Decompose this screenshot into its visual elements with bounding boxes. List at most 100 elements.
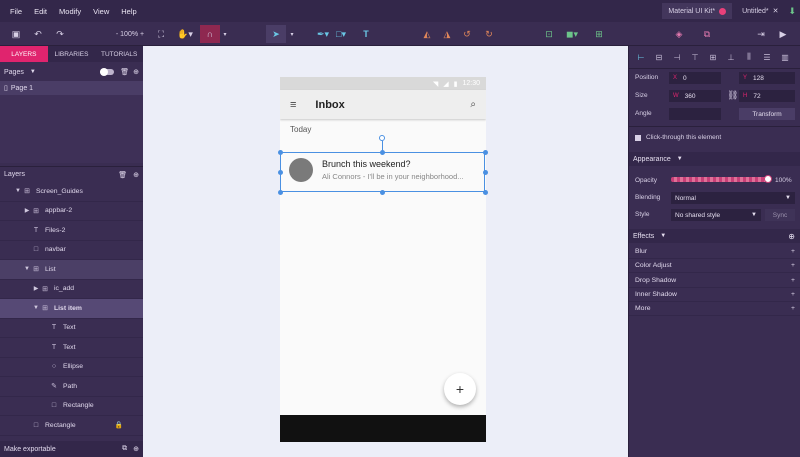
pen-tool-icon[interactable]: ✒▾	[314, 25, 332, 43]
layer-item[interactable]: T Text	[0, 338, 143, 358]
align-center-h-icon[interactable]: ⊟	[652, 50, 666, 64]
symbol-icon[interactable]: ⊞	[592, 25, 606, 43]
layer-item[interactable]: ✎ Path	[0, 377, 143, 397]
distribute-h-icon[interactable]: ⫼	[742, 50, 756, 64]
add-icon[interactable]: +	[791, 277, 795, 284]
trash-icon[interactable]: 🗑	[118, 171, 127, 179]
add-page-icon[interactable]: ⊕	[133, 68, 139, 76]
flip-horizontal-icon[interactable]: ◭	[420, 25, 434, 43]
sync-button[interactable]: Sync	[765, 209, 795, 221]
link-icon[interactable]: ⛓	[727, 90, 738, 101]
add-icon[interactable]: +	[791, 291, 795, 298]
zoom-in-icon[interactable]: +	[138, 31, 144, 38]
mask-icon[interactable]: ◈	[672, 25, 686, 43]
align-more-icon[interactable]: ▥	[778, 50, 792, 64]
undo-icon[interactable]: ↶	[30, 25, 46, 43]
add-icon[interactable]: +	[791, 248, 795, 255]
menu-help[interactable]: Help	[121, 7, 136, 16]
add-fab-button[interactable]: +	[444, 373, 476, 405]
layer-item[interactable]: □ Rectangle	[0, 397, 143, 416]
chevron-right-icon[interactable]: ▶	[32, 285, 40, 292]
layer-item[interactable]: □ navbar	[0, 241, 143, 260]
chevron-down-icon[interactable]: ▼	[14, 188, 22, 194]
y-field[interactable]: Y 128	[739, 72, 795, 84]
lock-icon[interactable]: 🔒	[115, 421, 123, 429]
snap-magnet-icon[interactable]: ∩	[200, 25, 220, 43]
align-top-icon[interactable]: ⊤	[688, 50, 702, 64]
layer-item[interactable]: ▼ ⊞ Screen_Guides	[0, 182, 143, 202]
make-exportable-label[interactable]: Make exportable	[4, 446, 56, 453]
toggle-switch[interactable]	[100, 68, 115, 76]
pointer-dropdown-icon[interactable]: ▾	[288, 25, 296, 43]
boolean-icon[interactable]: ◼▾	[562, 25, 582, 43]
blending-select[interactable]: Normal ▼	[671, 192, 795, 204]
menu-file[interactable]: File	[10, 7, 22, 16]
layer-item[interactable]: ▼ ⊞ List item	[0, 299, 143, 319]
layer-item[interactable]: □ Rectangle 🔒	[0, 416, 143, 436]
layer-item[interactable]: ▼ ⊞ List	[0, 260, 143, 280]
text-tool-icon[interactable]: T	[358, 25, 374, 43]
layer-item[interactable]: T Files-2	[0, 221, 143, 241]
menu-view[interactable]: View	[93, 7, 109, 16]
canvas[interactable]: ◥ ◢ ▮ 12:30 ≡ Inbox ⌕ Today Brunch this …	[143, 46, 628, 457]
add-effect-icon[interactable]: ⊕	[788, 232, 795, 241]
hand-tool-icon[interactable]: ✋▾	[174, 25, 196, 43]
page-item[interactable]: ▯ Page 1	[0, 81, 143, 95]
chevron-down-icon[interactable]: ▼	[23, 266, 31, 272]
snap-dropdown-icon[interactable]: ▾	[221, 25, 229, 43]
height-field[interactable]: H 72	[739, 90, 795, 102]
effect-item[interactable]: More +	[629, 302, 800, 317]
effect-item[interactable]: Drop Shadow +	[629, 274, 800, 288]
menu-icon[interactable]: ≡	[290, 99, 296, 111]
add-export-icon[interactable]: ⊕	[133, 445, 139, 453]
layer-item[interactable]: ▶ ⊞ appbar-2	[0, 202, 143, 221]
opacity-slider-handle[interactable]	[764, 175, 772, 183]
effect-item[interactable]: Blur +	[629, 245, 800, 259]
preview-icon[interactable]: ▶	[776, 25, 790, 43]
rotate-left-icon[interactable]: ↺	[460, 25, 474, 43]
rectangle-tool-icon[interactable]: □▾	[332, 25, 350, 43]
tab-layers[interactable]: LAYERS	[0, 46, 48, 62]
download-icon[interactable]: ⬇	[788, 6, 796, 17]
fit-screen-icon[interactable]: ⛶	[154, 25, 168, 43]
width-field[interactable]: W 360	[669, 90, 721, 102]
add-icon[interactable]: +	[791, 305, 795, 312]
export-icon[interactable]: ⧉	[700, 25, 714, 43]
transform-button[interactable]: Transform	[739, 108, 795, 120]
align-bottom-icon[interactable]: ⊥	[724, 50, 738, 64]
chevron-down-icon[interactable]: ▼	[32, 305, 40, 311]
flip-vertical-icon[interactable]: ◮	[440, 25, 454, 43]
tab-libraries[interactable]: LIBRARIES	[48, 46, 96, 62]
align-middle-icon[interactable]: ⊞	[706, 50, 720, 64]
angle-field[interactable]	[669, 108, 721, 120]
menu-modify[interactable]: Modify	[59, 7, 81, 16]
pointer-tool-icon[interactable]: ➤	[266, 25, 286, 43]
effect-item[interactable]: Color Adjust +	[629, 259, 800, 274]
chevron-down-icon[interactable]: ▼	[30, 69, 36, 75]
distribute-v-icon[interactable]: ☰	[760, 50, 774, 64]
appearance-header[interactable]: Appearance ▼	[629, 152, 800, 166]
search-icon[interactable]: ⌕	[470, 99, 476, 110]
add-layer-icon[interactable]: ⊕	[133, 171, 139, 179]
align-right-icon[interactable]: ⊣	[670, 50, 684, 64]
trash-icon[interactable]: 🗑	[120, 68, 129, 76]
menu-edit[interactable]: Edit	[34, 7, 47, 16]
add-icon[interactable]: +	[791, 262, 795, 269]
chevron-right-icon[interactable]: ▶	[23, 207, 31, 214]
opacity-slider[interactable]	[671, 177, 767, 182]
close-icon[interactable]: ✕	[773, 7, 779, 15]
redo-icon[interactable]: ↷	[52, 25, 68, 43]
x-field[interactable]: X0	[669, 72, 721, 84]
share-icon[interactable]: ⇥	[754, 25, 768, 43]
zoom-control[interactable]: - 100% +	[108, 25, 152, 43]
layer-item[interactable]: ○ Ellipse	[0, 358, 143, 377]
layer-item[interactable]: T Text	[0, 319, 143, 338]
clickthrough-checkbox[interactable]	[635, 134, 641, 141]
group-icon[interactable]: ⊡	[542, 25, 556, 43]
layer-item[interactable]: ▶ ⊞ ic_add	[0, 280, 143, 299]
doc-tab-material[interactable]: Material UI Kit*	[662, 3, 733, 19]
doc-tab-untitled[interactable]: Untitled* ✕	[736, 3, 784, 19]
effect-item[interactable]: Inner Shadow +	[629, 288, 800, 302]
tab-tutorials[interactable]: TUTORIALS	[95, 46, 143, 62]
rotate-right-icon[interactable]: ↻	[482, 25, 496, 43]
